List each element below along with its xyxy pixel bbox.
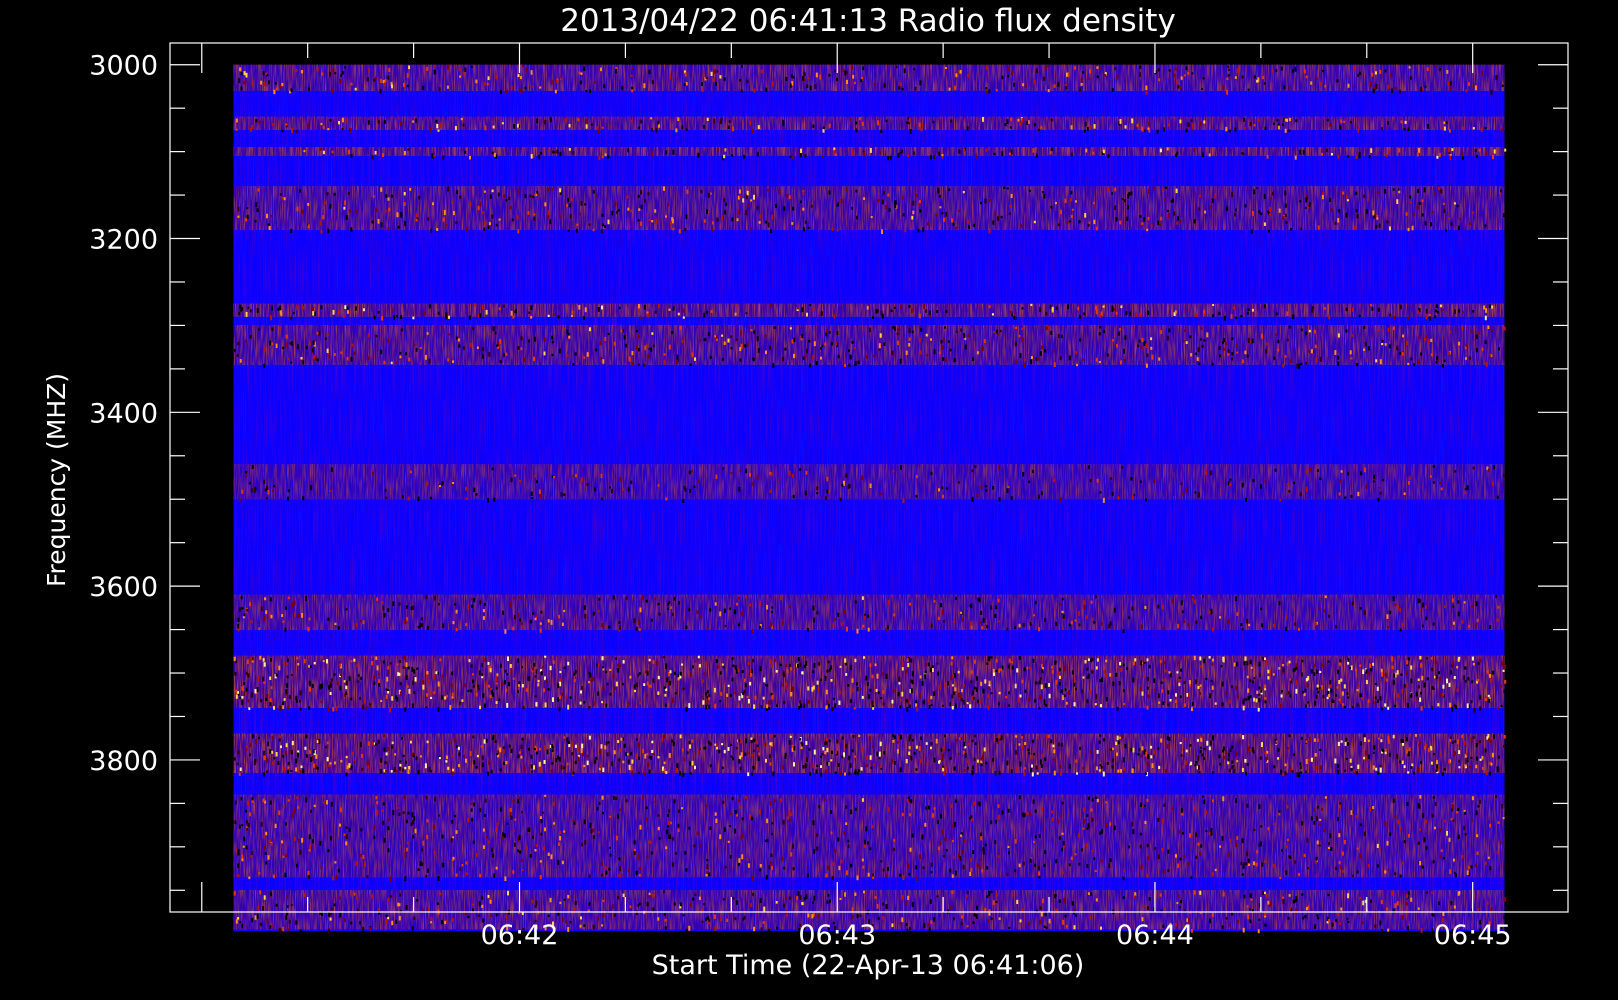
heatmap-band (233, 464, 1506, 504)
heatmap-band (233, 186, 1505, 234)
spectrogram-chart: 3000 3200 3400 3600 3800 06:42 06:43 06:44 06:45… (0, 0, 1618, 1000)
x-axis-label: Start Time (22-Apr-13 06:41:06) (652, 950, 1085, 981)
heatmap-band (233, 594, 1506, 634)
x-tick-label: 06:45 (1434, 920, 1512, 951)
y-tick-label: 3200 (89, 225, 158, 256)
y-axis-label: Frequency (MHZ) (42, 373, 71, 587)
y-tick-label: 3000 (89, 51, 158, 82)
x-tick-label: 06:42 (481, 920, 559, 951)
y-tick-label: 3600 (89, 572, 158, 603)
heatmap-band (233, 325, 1506, 369)
x-tick-label: 06:43 (798, 920, 876, 951)
chart-svg: 3000 3200 3400 3600 3800 06:42 06:43 06:44 06:45… (42, 3, 1569, 981)
x-tick-label: 06:44 (1116, 920, 1194, 951)
heatmap-image (233, 64, 1507, 934)
chart-title: 2013/04/22 06:41:13 Radio flux density (560, 3, 1176, 39)
heatmap-band (233, 64, 1505, 95)
heatmap-band (233, 655, 1507, 713)
y-tick-label: 3800 (89, 746, 158, 777)
heatmap-band (233, 733, 1506, 778)
y-tick-label: 3400 (89, 398, 158, 429)
heatmap-band (233, 794, 1506, 882)
